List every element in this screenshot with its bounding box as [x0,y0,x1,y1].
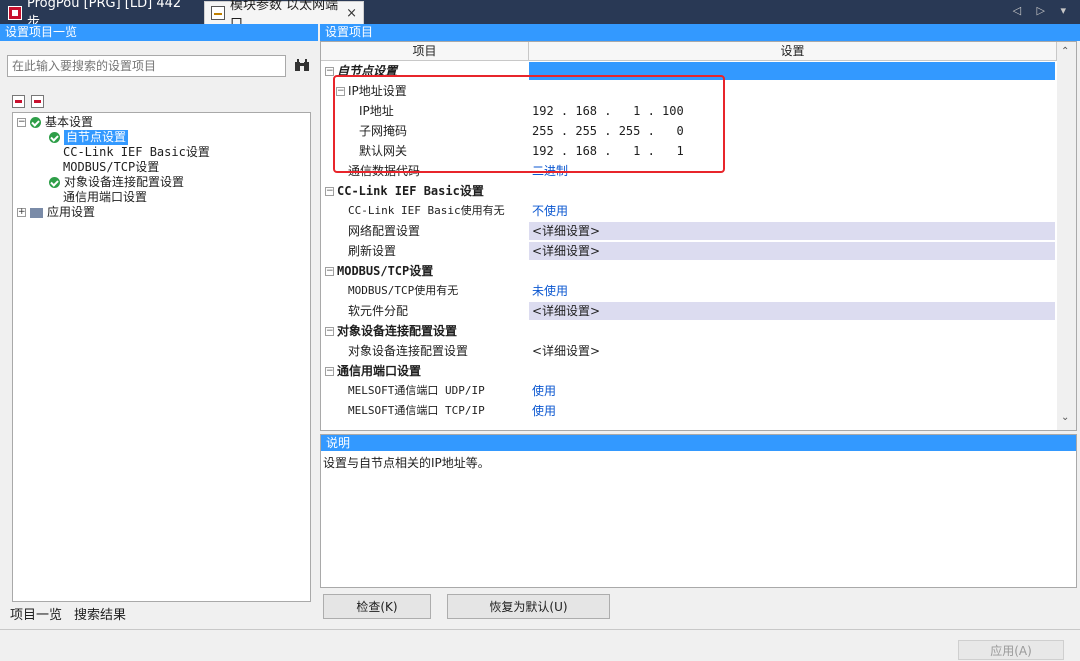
grid-row[interactable]: 对象设备连接配置设置 <详细设置> [321,341,1057,361]
tree-item-own-node[interactable]: 自节点设置 [49,130,129,145]
grid-row[interactable]: MELSOFT通信端口 UDP/IP 使用 [321,381,1057,401]
close-icon[interactable]: × [346,6,357,21]
settings-list-header: 设置项目一览 [0,24,318,41]
description-header: 说明 [321,435,1076,451]
grid-row[interactable]: − MODBUS/TCP设置 [321,261,1057,281]
grid-row[interactable]: − 对象设备连接配置设置 [321,321,1057,341]
settings-item-header: 设置项目 [320,24,1080,41]
grid-row[interactable]: CC-Link IEF Basic使用有无 不使用 [321,201,1057,221]
tab-navigation-arrows[interactable]: ◁ ▷ ▾ [1013,4,1072,17]
tree-item-cclink[interactable]: CC-Link IEF Basic设置 [63,145,210,160]
check-icon [30,117,41,128]
ladder-program-icon [8,5,22,20]
check-icon [49,177,60,188]
tree-item-modbus[interactable]: MODBUS/TCP设置 [63,160,159,175]
vertical-scrollbar[interactable]: ⌃ ⌄ [1057,42,1076,430]
grid-row[interactable]: 网络配置设置 <详细设置> [321,221,1057,241]
tree-item-target-device[interactable]: 对象设备连接配置设置 [49,175,184,190]
tab-module-parameter[interactable]: 模块参数 以太网端口 × [204,0,364,32]
grid-row[interactable]: 刷新设置 <详细设置> [321,241,1057,261]
grid-row[interactable]: − 通信用端口设置 [321,361,1057,381]
collapse-all-icon[interactable] [31,95,44,108]
collapse-icon[interactable]: − [325,187,334,196]
check-icon [49,132,60,143]
collapse-icon[interactable]: − [325,367,334,376]
scroll-down-icon[interactable]: ⌄ [1061,412,1069,423]
grid-row[interactable]: 软元件分配 <详细设置> [321,301,1057,321]
settings-tree: − 基本设置 自节点设置 CC-Link IEF Basic设置 MODBUS/… [12,112,311,602]
expand-icon[interactable]: + [17,208,26,217]
divider [0,629,1080,630]
apply-button[interactable]: 应用(A) [958,640,1064,660]
document-tab-bar: ProgPou [PRG] [LD] 442步 模块参数 以太网端口 × ◁ ▷… [0,0,1080,32]
highlight-annotation-box [333,75,725,173]
collapse-icon[interactable]: − [325,267,334,276]
column-header-item[interactable]: 项目 [321,42,529,60]
settings-list-pane: 设置项目一览 − 基本设置 自节点设置 CC-Link IEF Basic设置 … [0,24,318,661]
collapse-icon[interactable]: − [325,327,334,336]
left-bottom-tabs: 项目一览 搜索结果 [10,604,126,623]
tree-item-basic-settings[interactable]: − 基本设置 [17,115,93,130]
tab-search-results[interactable]: 搜索结果 [74,604,126,623]
grid-row[interactable]: MODBUS/TCP使用有无 未使用 [321,281,1057,301]
search-input[interactable] [7,55,286,77]
description-text: 设置与自节点相关的IP地址等。 [323,456,490,470]
folder-icon [30,207,43,218]
collapse-icon[interactable]: − [17,118,26,127]
tree-item-application-settings[interactable]: + 应用设置 [17,205,95,220]
description-panel: 说明 设置与自节点相关的IP地址等。 [320,434,1077,588]
grid-row[interactable]: − CC-Link IEF Basic设置 [321,181,1057,201]
check-button[interactable]: 检查(K) [323,594,431,619]
column-header-setting[interactable]: 设置 [529,42,1057,60]
scroll-up-icon[interactable]: ⌃ [1061,46,1069,57]
grid-row[interactable]: MELSOFT通信端口 TCP/IP 使用 [321,401,1057,421]
tab-progpou[interactable]: ProgPou [PRG] [LD] 442步 [2,0,200,30]
tree-toolbar [12,95,44,108]
restore-default-button[interactable]: 恢复为默认(U) [447,594,610,619]
binoculars-icon[interactable] [292,55,312,75]
expand-all-icon[interactable] [12,95,25,108]
parameter-icon [211,6,225,20]
grid-header: 项目 设置 [321,42,1057,61]
tab-item-list[interactable]: 项目一览 [10,604,62,623]
collapse-icon[interactable]: − [325,67,334,76]
tree-item-comm-port[interactable]: 通信用端口设置 [63,190,147,205]
